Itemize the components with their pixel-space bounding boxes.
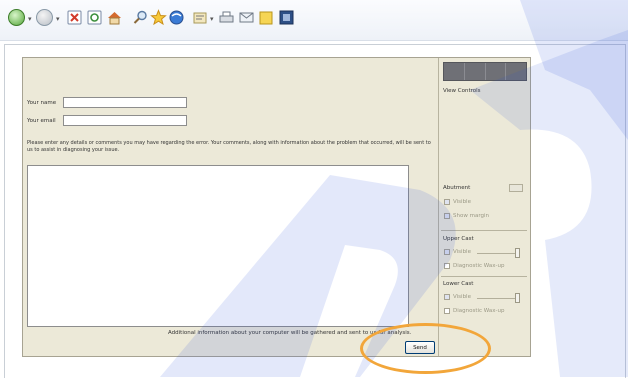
- panel-divider: [441, 230, 527, 231]
- name-input[interactable]: [63, 97, 187, 108]
- show-margin-checkbox[interactable]: [444, 213, 450, 219]
- lower-visible-label: Visible: [453, 294, 471, 300]
- stop-icon[interactable]: [66, 9, 83, 26]
- lower-cast-label: Lower Cast: [443, 281, 474, 287]
- browser-toolbar: ▾ ▾ ▾: [0, 0, 628, 41]
- name-label: Your name: [27, 100, 57, 106]
- view-toolbar[interactable]: [443, 62, 527, 81]
- mail-icon[interactable]: [238, 9, 255, 26]
- favorites-icon[interactable]: [150, 9, 167, 26]
- lower-slider-thumb[interactable]: [514, 293, 520, 303]
- upper-visible-label: Visible: [453, 249, 471, 255]
- messenger-icon[interactable]: [278, 9, 295, 26]
- view-controls-panel: View Controls Abutment Visible Show marg…: [438, 58, 531, 356]
- edit-icon[interactable]: [258, 9, 275, 26]
- history-dropdown-icon[interactable]: ▾: [210, 15, 214, 23]
- lower-visible-checkbox[interactable]: [444, 294, 450, 300]
- media-icon[interactable]: [168, 9, 185, 26]
- view-button-1[interactable]: [444, 63, 465, 80]
- lower-diagnostic-checkbox[interactable]: [444, 308, 450, 314]
- forward-dropdown-icon[interactable]: ▾: [56, 15, 60, 23]
- email-label: Your email: [27, 118, 56, 124]
- upper-cast-label: Upper Cast: [443, 236, 474, 242]
- panel-divider-2: [441, 276, 527, 277]
- view-controls-label: View Controls: [443, 88, 481, 94]
- upper-diagnostic-label: Diagnostic Wax-up: [453, 263, 505, 269]
- abutment-visible-label: Visible: [453, 199, 471, 205]
- lower-diagnostic-label: Diagnostic Wax-up: [453, 308, 505, 314]
- history-icon[interactable]: [192, 9, 209, 26]
- abutment-visible-checkbox[interactable]: [444, 199, 450, 205]
- back-dropdown-icon[interactable]: ▾: [28, 15, 32, 23]
- comments-textarea[interactable]: [27, 165, 409, 327]
- back-icon[interactable]: [8, 9, 25, 26]
- view-button-2[interactable]: [465, 63, 486, 80]
- upper-visible-checkbox[interactable]: [444, 249, 450, 255]
- view-button-4[interactable]: [506, 63, 526, 80]
- upper-slider-thumb[interactable]: [514, 248, 520, 258]
- instructions-text: Please enter any details or comments you…: [27, 140, 431, 153]
- search-icon[interactable]: [132, 9, 149, 26]
- error-report-dialog: Your name Your email Please enter any de…: [22, 57, 531, 357]
- email-input[interactable]: [63, 115, 187, 126]
- refresh-icon[interactable]: [86, 9, 103, 26]
- send-highlight-annotation: [360, 323, 491, 374]
- print-icon[interactable]: [218, 9, 235, 26]
- lower-opacity-slider[interactable]: [477, 298, 517, 299]
- abutment-field[interactable]: [509, 184, 523, 192]
- home-icon[interactable]: [106, 9, 123, 26]
- upper-diagnostic-checkbox[interactable]: [444, 263, 450, 269]
- view-button-3[interactable]: [486, 63, 507, 80]
- show-margin-label: Show margin: [453, 213, 489, 219]
- upper-opacity-slider[interactable]: [477, 253, 517, 254]
- abutment-label: Abutment: [443, 185, 471, 191]
- forward-icon[interactable]: [36, 9, 53, 26]
